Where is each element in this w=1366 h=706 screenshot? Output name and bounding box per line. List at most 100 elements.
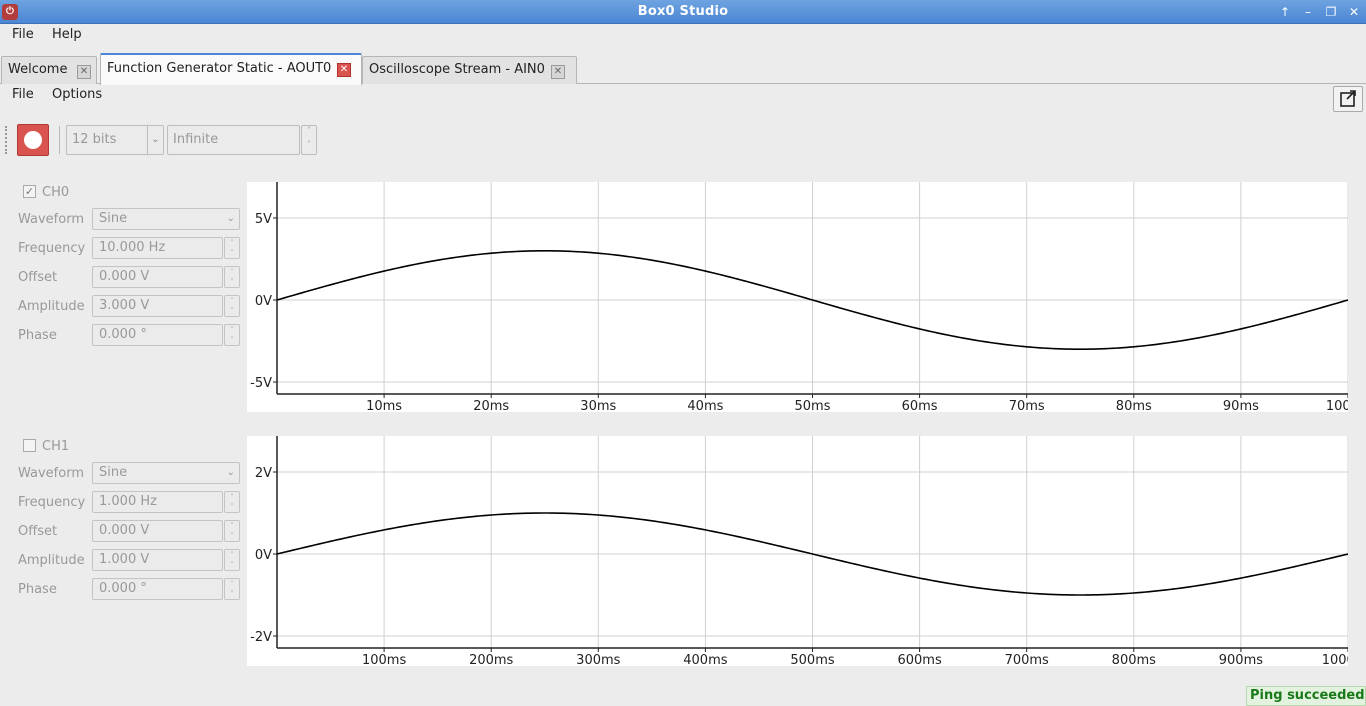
tab-close-icon[interactable]: ✕ bbox=[77, 65, 91, 79]
tab-bar: Welcome ✕ Function Generator Static - AO… bbox=[0, 52, 1366, 85]
maximize-icon[interactable]: ❐ bbox=[1321, 3, 1341, 21]
chevron-down-icon: ⌄ bbox=[226, 213, 235, 224]
ch0-waveform-plot: 10ms 20ms 30ms 40ms 50ms 60ms 70ms 80ms 90ms 100m… bbox=[247, 182, 1348, 412]
popout-icon bbox=[1340, 90, 1356, 107]
stepper-up-icon[interactable]: ˄ bbox=[302, 126, 316, 140]
tab-label: Welcome bbox=[8, 62, 68, 77]
tab-label: Function Generator Static - AOUT0 bbox=[107, 61, 332, 76]
frequency-label: Frequency bbox=[18, 495, 86, 510]
phase-label: Phase bbox=[18, 328, 57, 343]
minimize-icon[interactable]: – bbox=[1298, 3, 1318, 21]
tab-menubar: File Options bbox=[0, 84, 1366, 108]
ch1-waveform-value: Sine bbox=[99, 465, 128, 480]
x-tick-label: 10ms bbox=[366, 399, 402, 412]
ch0-frequency-stepper[interactable]: ˄ ˅ bbox=[224, 237, 240, 259]
x-tick-label: 1000ms bbox=[1322, 653, 1348, 666]
x-tick-label: 80ms bbox=[1116, 399, 1152, 412]
ch1-waveform-select[interactable]: Sine ⌄ bbox=[92, 462, 240, 484]
x-tick-label: 300ms bbox=[576, 653, 620, 666]
submenu-file[interactable]: File bbox=[8, 87, 38, 102]
tab-welcome[interactable]: Welcome ✕ bbox=[1, 56, 97, 84]
ch0-offset-field[interactable]: 0.000 V bbox=[92, 266, 223, 288]
ch0-checkbox[interactable]: ✓ bbox=[23, 185, 36, 198]
repeat-value: Infinite bbox=[173, 132, 219, 147]
x-tick-label: 70ms bbox=[1009, 399, 1045, 412]
x-tick-label: 40ms bbox=[687, 399, 723, 412]
ch0-waveform-value: Sine bbox=[99, 211, 128, 226]
tab-oscilloscope[interactable]: Oscilloscope Stream - AIN0 ✕ bbox=[362, 56, 577, 84]
ch0-frequency-field[interactable]: 10.000 Hz bbox=[92, 237, 223, 259]
shade-icon[interactable]: ↑ bbox=[1275, 3, 1295, 21]
x-tick-label: 400ms bbox=[683, 653, 727, 666]
tab-function-generator[interactable]: Function Generator Static - AOUT0 ✕ bbox=[100, 53, 362, 85]
x-tick-label: 200ms bbox=[469, 653, 513, 666]
y-tick-label: 0V bbox=[255, 548, 272, 563]
record-icon bbox=[24, 131, 42, 149]
chevron-down-icon: ⌄ bbox=[147, 126, 163, 154]
ch1-title: CH1 bbox=[42, 439, 70, 454]
ch0-phase-stepper[interactable]: ˄ ˅ bbox=[224, 324, 240, 346]
ch0-waveform-select[interactable]: Sine ⌄ bbox=[92, 208, 240, 230]
ch0-phase-field[interactable]: 0.000 ° bbox=[92, 324, 223, 346]
ch0-title: CH0 bbox=[42, 185, 70, 200]
x-tick-label: 600ms bbox=[897, 653, 941, 666]
x-tick-label: 900ms bbox=[1219, 653, 1263, 666]
y-tick-label: 5V bbox=[255, 212, 272, 227]
repeat-stepper[interactable]: ˄ ˅ bbox=[301, 125, 317, 155]
chart-svg: 100ms 200ms 300ms 400ms 500ms 600ms 700ms 800ms… bbox=[250, 436, 1348, 666]
ch1-frequency-stepper[interactable]: ˄ ˅ bbox=[224, 491, 240, 513]
ch1-waveform-plot: 100ms 200ms 300ms 400ms 500ms 600ms 700ms 800ms… bbox=[247, 436, 1348, 666]
ch0-amplitude-field[interactable]: 3.000 V bbox=[92, 295, 223, 317]
y-tick-label: 2V bbox=[255, 466, 272, 481]
offset-label: Offset bbox=[18, 270, 58, 285]
ch1-amplitude-field[interactable]: 1.000 V bbox=[92, 549, 223, 571]
bits-select[interactable]: 12 bits ⌄ bbox=[66, 125, 164, 155]
y-tick-label: 0V bbox=[255, 294, 272, 309]
bits-value: 12 bits bbox=[72, 132, 117, 147]
ch1-offset-stepper[interactable]: ˄ ˅ bbox=[224, 520, 240, 542]
ch1-frequency-field[interactable]: 1.000 Hz bbox=[92, 491, 223, 513]
ch1-amplitude-stepper[interactable]: ˄ ˅ bbox=[224, 549, 240, 571]
x-tick-label: 500ms bbox=[790, 653, 834, 666]
toolbar-grip[interactable] bbox=[5, 126, 8, 154]
main-menubar: File Help bbox=[0, 24, 1366, 48]
close-icon[interactable]: ✕ bbox=[1344, 3, 1364, 21]
submenu-options[interactable]: Options bbox=[48, 87, 106, 102]
tab-close-icon[interactable]: ✕ bbox=[551, 65, 565, 79]
amplitude-label: Amplitude bbox=[18, 553, 85, 568]
waveform-label: Waveform bbox=[18, 466, 84, 481]
title-bar: ⏻ Box0 Studio ↑ – ❐ ✕ bbox=[0, 0, 1366, 24]
offset-label: Offset bbox=[18, 524, 58, 539]
amplitude-label: Amplitude bbox=[18, 299, 85, 314]
ch1-phase-field[interactable]: 0.000 ° bbox=[92, 578, 223, 600]
start-stop-button[interactable] bbox=[17, 124, 49, 156]
window-title: Box0 Studio bbox=[637, 4, 729, 19]
ch1-phase-stepper[interactable]: ˄ ˅ bbox=[224, 578, 240, 600]
repeat-field[interactable]: Infinite bbox=[167, 125, 300, 155]
popout-button[interactable] bbox=[1333, 86, 1363, 112]
y-tick-label: -5V bbox=[250, 376, 272, 391]
ch0-amplitude-stepper[interactable]: ˄ ˅ bbox=[224, 295, 240, 317]
chevron-down-icon: ⌄ bbox=[226, 467, 235, 478]
y-tick-label: -2V bbox=[250, 630, 272, 645]
x-tick-label: 90ms bbox=[1223, 399, 1259, 412]
stepper-down-icon[interactable]: ˅ bbox=[302, 140, 316, 154]
phase-label: Phase bbox=[18, 582, 57, 597]
menu-help[interactable]: Help bbox=[48, 27, 86, 42]
x-tick-label: 100ms bbox=[1326, 399, 1348, 412]
x-tick-label: 700ms bbox=[1005, 653, 1049, 666]
tab-close-icon[interactable]: ✕ bbox=[337, 63, 351, 77]
x-tick-label: 100ms bbox=[362, 653, 406, 666]
status-message: Ping succeeded. bbox=[1246, 686, 1366, 706]
ch1-offset-field[interactable]: 0.000 V bbox=[92, 520, 223, 542]
frequency-label: Frequency bbox=[18, 241, 86, 256]
menu-file[interactable]: File bbox=[8, 27, 38, 42]
x-tick-label: 50ms bbox=[795, 399, 831, 412]
x-tick-label: 60ms bbox=[902, 399, 938, 412]
x-tick-label: 20ms bbox=[473, 399, 509, 412]
ch0-offset-stepper[interactable]: ˄ ˅ bbox=[224, 266, 240, 288]
waveform-label: Waveform bbox=[18, 212, 84, 227]
chart-svg: 10ms 20ms 30ms 40ms 50ms 60ms 70ms 80ms 90ms 100m… bbox=[250, 182, 1348, 412]
ch1-checkbox[interactable] bbox=[23, 439, 36, 452]
x-tick-label: 800ms bbox=[1112, 653, 1156, 666]
